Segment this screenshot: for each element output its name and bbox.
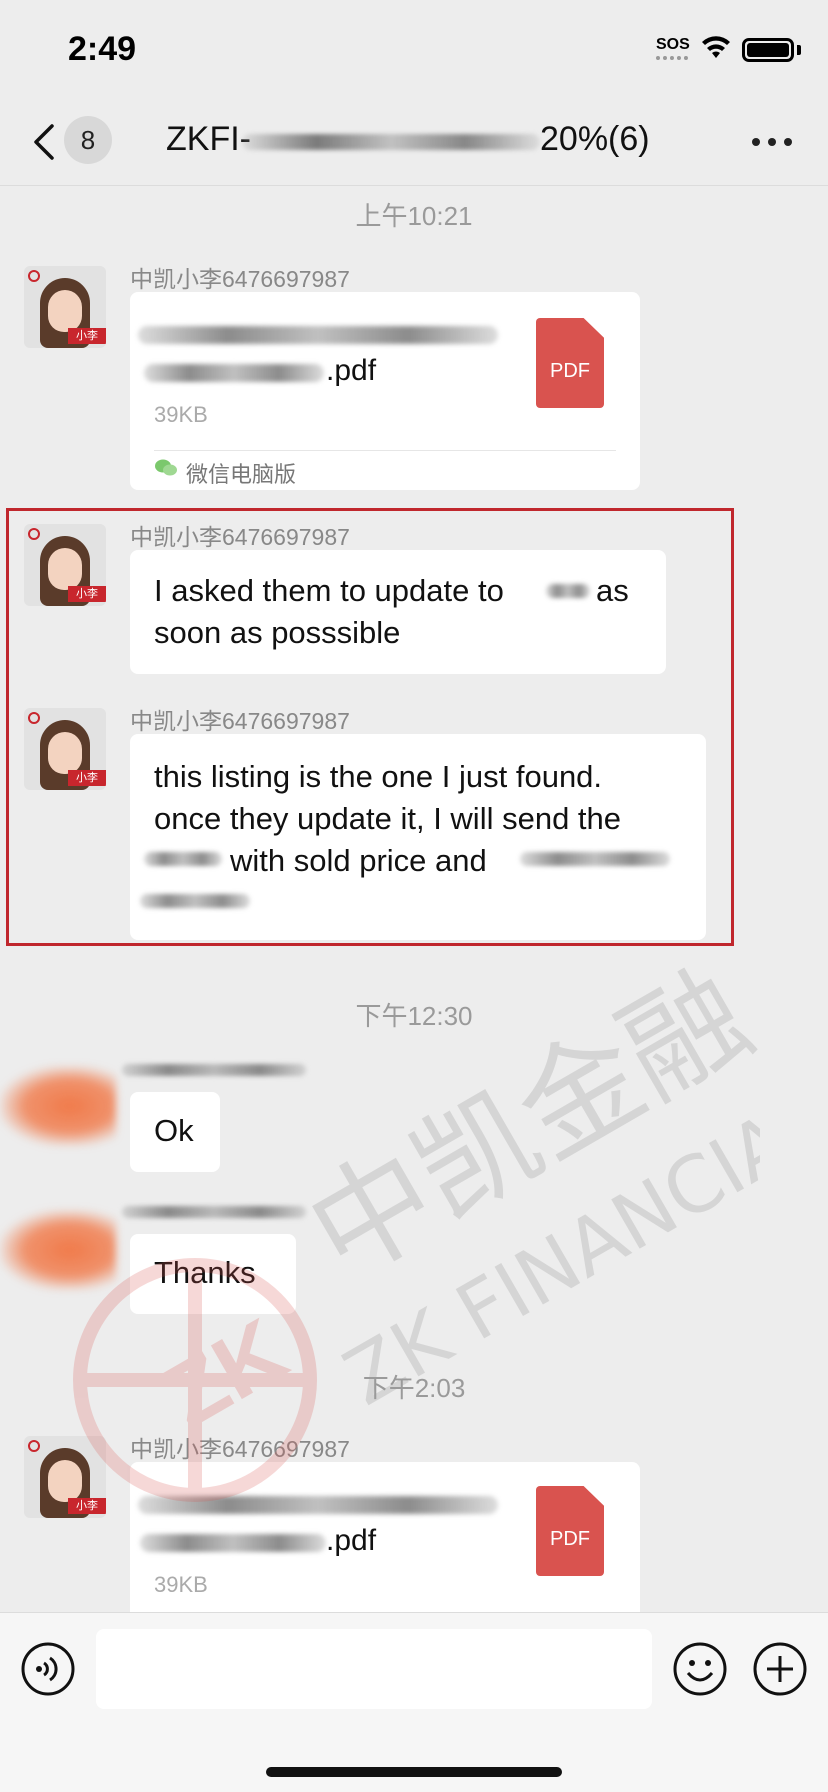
file-extension: .pdf xyxy=(326,1524,377,1557)
message-bubble[interactable]: this listing is the one I just found. on… xyxy=(130,734,706,940)
redacted-avatar[interactable] xyxy=(0,1066,116,1146)
redacted-title xyxy=(242,134,540,150)
redacted-word xyxy=(140,894,250,908)
file-extension: .pdf xyxy=(326,354,377,387)
avatar[interactable]: 小李 xyxy=(24,266,106,348)
pdf-file-icon: PDF xyxy=(536,1486,604,1576)
redacted-filename xyxy=(138,1496,498,1514)
home-indicator[interactable] xyxy=(266,1767,562,1777)
status-bar: 2:49 SOS xyxy=(0,0,828,100)
redacted-word xyxy=(520,852,670,866)
chat-title-suffix: 20%(6) xyxy=(540,120,650,158)
file-message-card[interactable]: .pdf 39KB PDF xyxy=(130,1462,640,1612)
message-text: Ok xyxy=(154,1113,194,1148)
message-text: soon as posssible xyxy=(154,615,401,650)
redacted-filename xyxy=(144,364,324,382)
message-input-bar xyxy=(0,1612,828,1792)
message-bubble[interactable]: Thanks xyxy=(130,1234,296,1314)
message-timestamp: 上午10:21 xyxy=(355,201,473,231)
sender-name: 中凯小李6476697987 xyxy=(130,266,350,292)
avatar[interactable]: 小李 xyxy=(24,524,106,606)
file-source-label: 微信电脑版 xyxy=(186,462,297,487)
redacted-filename xyxy=(140,1534,326,1552)
card-divider xyxy=(154,450,616,451)
message-bubble[interactable]: Ok xyxy=(130,1092,220,1172)
message-text: Thanks xyxy=(154,1255,256,1290)
sender-name: 中凯小李6476697987 xyxy=(130,524,350,550)
more-options-icon[interactable] xyxy=(752,138,792,148)
chat-header: 8 ZKFI- 20%(6) xyxy=(0,100,828,186)
file-size: 39KB xyxy=(154,1572,208,1597)
redacted-sender-name xyxy=(122,1064,306,1076)
back-chevron-icon[interactable] xyxy=(30,122,58,162)
redacted-filename xyxy=(138,326,498,344)
message-text: this listing is the one I just found. xyxy=(154,759,603,794)
message-text: once they update it, I will send the xyxy=(154,801,622,836)
avatar[interactable]: 小李 xyxy=(24,708,106,790)
redacted-word xyxy=(546,584,590,598)
pdf-file-icon: PDF xyxy=(536,318,604,408)
voice-input-icon[interactable] xyxy=(20,1641,76,1697)
file-message-card[interactable]: .pdf 39KB PDF 微信电脑版 xyxy=(130,292,640,490)
message-timestamp: 下午2:03 xyxy=(362,1373,466,1403)
wifi-icon xyxy=(702,36,730,58)
sos-indicator: SOS xyxy=(656,36,690,53)
redacted-word xyxy=(144,852,222,866)
sender-name: 中凯小李6476697987 xyxy=(130,708,350,734)
watermark-logo: ZK 中凯金融 ZK FINANCIAL xyxy=(73,945,760,1502)
file-size: 39KB xyxy=(154,402,208,427)
signal-dots xyxy=(656,56,688,60)
message-timestamp: 下午12:30 xyxy=(355,1001,473,1031)
message-text: as xyxy=(596,573,629,608)
message-text: I asked them to update to xyxy=(154,573,504,608)
add-attachment-icon[interactable] xyxy=(752,1641,808,1697)
chat-title-prefix: ZKFI- xyxy=(166,120,251,158)
avatar[interactable]: 小李 xyxy=(24,1436,106,1518)
message-text: with sold price and xyxy=(230,843,487,878)
battery-icon xyxy=(742,38,794,62)
message-input[interactable] xyxy=(96,1629,652,1709)
message-bubble[interactable]: I asked them to update to as soon as pos… xyxy=(130,550,666,674)
redacted-sender-name xyxy=(122,1206,306,1218)
battery-tip xyxy=(797,45,801,55)
emoji-icon[interactable] xyxy=(672,1641,728,1697)
unread-count-badge[interactable]: 8 xyxy=(64,116,112,164)
redacted-avatar[interactable] xyxy=(0,1210,116,1290)
sender-name: 中凯小李6476697987 xyxy=(130,1436,350,1462)
wechat-icon xyxy=(155,459,177,476)
status-time: 2:49 xyxy=(68,30,137,68)
